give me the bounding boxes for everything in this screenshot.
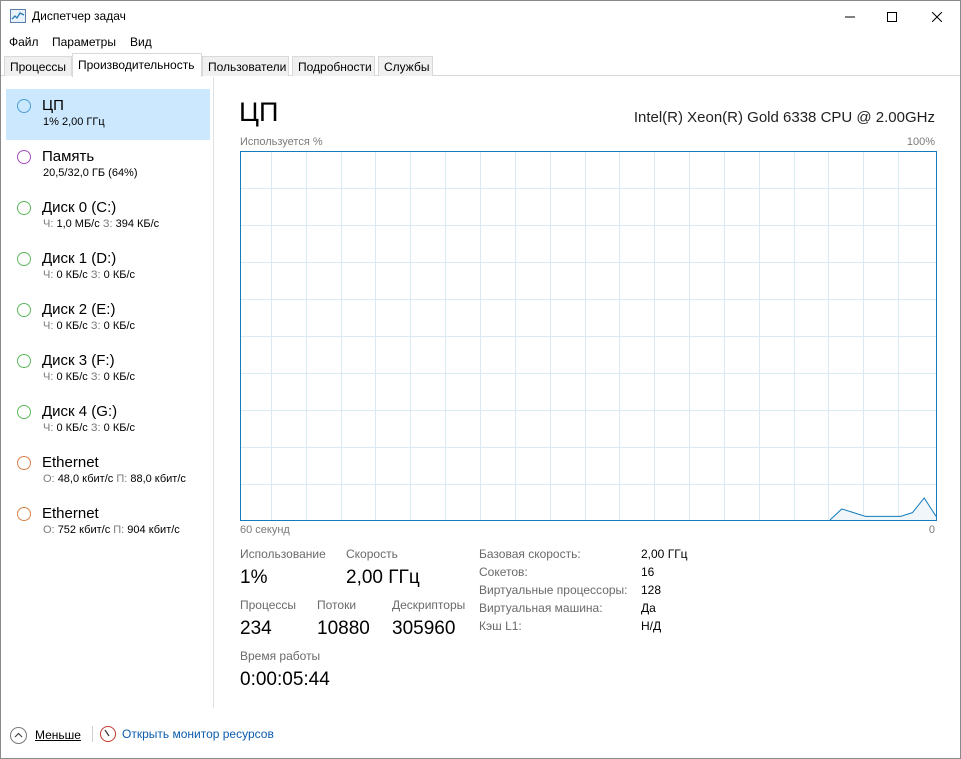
graph-max-label: 100% — [906, 136, 935, 148]
minimize-button[interactable] — [827, 1, 873, 32]
tab-users[interactable]: Пользователи — [202, 56, 289, 76]
title-bar: Диспетчер задач — [1, 1, 960, 32]
cpu-usage-graph — [240, 151, 937, 521]
tab-bar: Процессы Производительность Пользователи… — [1, 53, 960, 77]
detail-value: Да — [641, 601, 656, 615]
disk-circle-icon — [17, 405, 31, 419]
disk-circle-icon — [17, 354, 31, 368]
resource-name: Диск 2 (E:) — [42, 301, 116, 318]
detail-label: Виртуальные процессоры: — [479, 583, 628, 597]
resource-detail: Ч: 1,0 МБ/с З: 394 КБ/с — [43, 218, 160, 230]
memory-circle-icon — [17, 150, 31, 164]
detail-value: 128 — [641, 583, 662, 597]
menu-view[interactable]: Вид — [130, 35, 152, 49]
graph-min-label: 0 — [928, 524, 935, 536]
threads-value: 10880 — [317, 618, 370, 639]
resource-list: ЦП 1% 2,00 ГГц Память 20,5/32,0 ГБ (64%)… — [1, 77, 214, 708]
usage-value: 1% — [240, 567, 268, 588]
resource-name: Диск 4 (G:) — [42, 403, 118, 420]
window-title: Диспетчер задач — [32, 9, 126, 23]
resource-item-disk0[interactable]: Диск 0 (C:) Ч: 1,0 МБ/с З: 394 КБ/с — [6, 191, 210, 242]
uptime-label: Время работы — [240, 649, 321, 663]
detail-label: Базовая скорость: — [479, 547, 581, 561]
detail-label: Сокетов: — [479, 565, 528, 579]
graph-y-label: Используется % — [240, 136, 323, 148]
tab-services[interactable]: Службы — [378, 56, 433, 76]
resource-name: Диск 1 (D:) — [42, 250, 117, 267]
fewer-details-button[interactable]: Меньше — [10, 725, 81, 745]
detail-value: 2,00 ГГц — [641, 547, 688, 561]
resource-detail: 20,5/32,0 ГБ (64%) — [43, 167, 138, 179]
ethernet-circle-icon — [17, 456, 31, 470]
speed-label: Скорость — [346, 547, 398, 561]
footer-bar: Меньше Открыть монитор ресурсов — [1, 708, 960, 758]
open-resource-monitor-link[interactable]: Открыть монитор ресурсов — [100, 726, 274, 742]
maximize-button[interactable] — [869, 1, 915, 32]
resource-item-disk4[interactable]: Диск 4 (G:) Ч: 0 КБ/с З: 0 КБ/с — [6, 395, 210, 446]
task-manager-icon — [10, 9, 26, 23]
resource-item-ethernet-1[interactable]: Ethernet О: 48,0 кбит/с П: 88,0 кбит/с — [6, 446, 210, 497]
resource-name: Ethernet — [42, 454, 99, 471]
resource-detail: Ч: 0 КБ/с З: 0 КБ/с — [43, 422, 135, 434]
resource-detail: О: 752 кбит/с П: 904 кбит/с — [43, 524, 180, 536]
threads-label: Потоки — [317, 598, 357, 612]
detail-label: Кэш L1: — [479, 619, 522, 633]
processes-label: Процессы — [240, 598, 297, 612]
resource-item-disk1[interactable]: Диск 1 (D:) Ч: 0 КБ/с З: 0 КБ/с — [6, 242, 210, 293]
resource-detail: 1% 2,00 ГГц — [43, 116, 105, 128]
resource-name: Память — [42, 148, 95, 165]
disk-circle-icon — [17, 201, 31, 215]
tab-performance[interactable]: Производительность — [72, 53, 202, 77]
menu-bar: Файл Параметры Вид — [1, 32, 960, 52]
task-manager-window: Диспетчер задач Файл Параметры Вид Проце… — [0, 0, 961, 759]
resource-monitor-label: Открыть монитор ресурсов — [122, 727, 274, 741]
disk-circle-icon — [17, 303, 31, 317]
graph-time-label: 60 секунд — [240, 524, 290, 536]
menu-file[interactable]: Файл — [9, 35, 39, 49]
cpu-model-name: Intel(R) Xeon(R) Gold 6338 CPU @ 2.00GHz — [633, 109, 935, 126]
handles-value: 305960 — [392, 618, 456, 639]
resource-detail: Ч: 0 КБ/с З: 0 КБ/с — [43, 320, 135, 332]
resource-item-ethernet-2[interactable]: Ethernet О: 752 кбит/с П: 904 кбит/с — [6, 497, 210, 548]
tab-details[interactable]: Подробности — [292, 56, 375, 76]
speed-value: 2,00 ГГц — [346, 567, 420, 588]
resource-name: Диск 3 (F:) — [42, 352, 115, 369]
detail-label: Виртуальная машина: — [479, 601, 603, 615]
ethernet-circle-icon — [17, 507, 31, 521]
menu-params[interactable]: Параметры — [52, 35, 116, 49]
usage-label: Использование — [240, 547, 326, 561]
resource-name: Ethernet — [42, 505, 99, 522]
handles-label: Дескрипторы — [392, 598, 466, 612]
resource-item-disk2[interactable]: Диск 2 (E:) Ч: 0 КБ/с З: 0 КБ/с — [6, 293, 210, 344]
detail-value: Н/Д — [641, 619, 662, 633]
fewer-details-label: Меньше — [35, 728, 81, 742]
chevron-up-icon — [10, 726, 27, 744]
resource-monitor-icon — [100, 726, 116, 742]
resource-item-cpu[interactable]: ЦП 1% 2,00 ГГц — [6, 89, 210, 140]
resource-name: Диск 0 (C:) — [42, 199, 117, 216]
cpu-circle-icon — [17, 99, 31, 113]
resource-detail: Ч: 0 КБ/с З: 0 КБ/с — [43, 371, 135, 383]
resource-name: ЦП — [42, 97, 64, 114]
tab-processes[interactable]: Процессы — [4, 56, 72, 76]
processes-value: 234 — [240, 618, 272, 639]
page-title: ЦП — [239, 97, 279, 127]
detail-value: 16 — [641, 565, 655, 579]
resource-item-disk3[interactable]: Диск 3 (F:) Ч: 0 КБ/с З: 0 КБ/с — [6, 344, 210, 395]
footer-divider — [92, 726, 93, 742]
close-button[interactable] — [914, 1, 960, 32]
disk-circle-icon — [17, 252, 31, 266]
uptime-value: 0:00:05:44 — [240, 669, 330, 690]
resource-detail: Ч: 0 КБ/с З: 0 КБ/с — [43, 269, 135, 281]
resource-item-memory[interactable]: Память 20,5/32,0 ГБ (64%) — [6, 140, 210, 191]
resource-detail: О: 48,0 кбит/с П: 88,0 кбит/с — [43, 473, 186, 485]
